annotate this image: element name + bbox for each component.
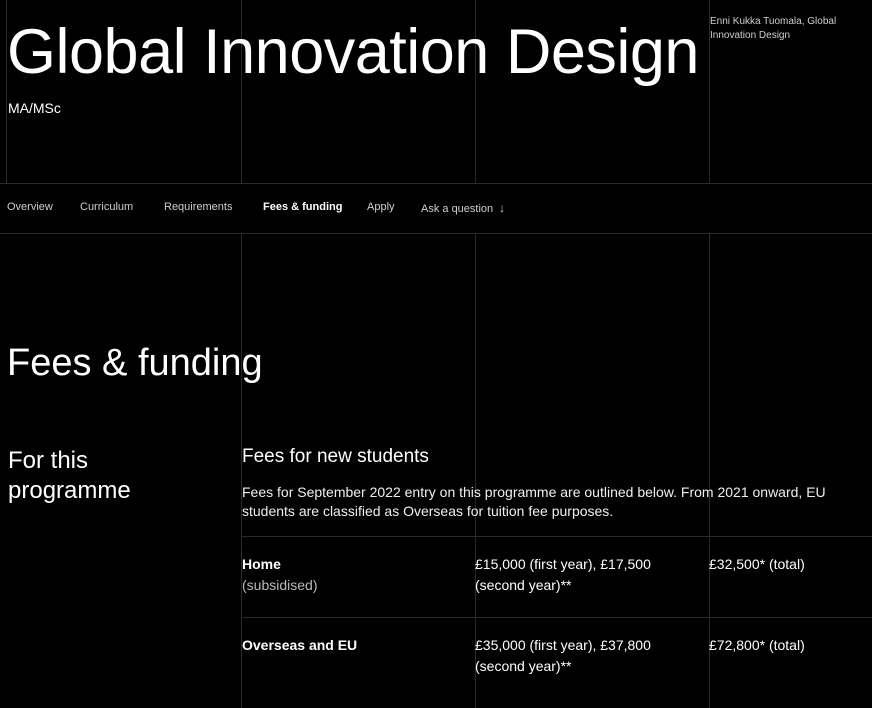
- programme-degree: MA/MSc: [8, 100, 61, 116]
- fee-total: £72,800* (total): [709, 637, 805, 653]
- fee-table: Home (subsidised) £15,000 (first year), …: [241, 536, 872, 698]
- side-title: For this programme: [8, 447, 131, 504]
- nav-overview[interactable]: Overview: [7, 201, 53, 213]
- nav-ask-question[interactable]: Ask a question ↓: [421, 201, 505, 215]
- fees-heading: Fees for new students: [242, 446, 429, 467]
- image-credit: Enni Kukka Tuomala, Global Innovation De…: [710, 16, 837, 41]
- table-row: Home (subsidised) £15,000 (first year), …: [241, 536, 872, 617]
- fees-description: Fees for September 2022 entry on this pr…: [242, 484, 826, 519]
- section-title: Fees & funding: [7, 342, 263, 384]
- fee-category-cell: Overseas and EU: [242, 635, 462, 656]
- fee-category-note: (subsidised): [242, 577, 318, 593]
- nav-curriculum[interactable]: Curriculum: [80, 201, 133, 213]
- nav-ask-question-label: Ask a question: [421, 203, 494, 215]
- arrow-down-icon: ↓: [499, 201, 506, 215]
- fee-category: Home: [242, 556, 281, 572]
- page-title: Global Innovation Design: [7, 17, 699, 87]
- nav-apply[interactable]: Apply: [367, 201, 395, 213]
- programme-nav: Overview Curriculum Requirements Fees & …: [0, 183, 872, 234]
- fee-per-year: £15,000 (first year), £17,500 (second ye…: [475, 556, 651, 593]
- fee-category: Overseas and EU: [242, 637, 358, 653]
- fee-per-year: £35,000 (first year), £37,800 (second ye…: [475, 637, 651, 674]
- nav-fees-funding[interactable]: Fees & funding: [263, 201, 342, 213]
- nav-requirements[interactable]: Requirements: [164, 201, 232, 213]
- fee-category-cell: Home (subsidised): [242, 554, 462, 596]
- table-row: Overseas and EU £35,000 (first year), £3…: [241, 617, 872, 698]
- fee-total: £32,500* (total): [709, 556, 805, 572]
